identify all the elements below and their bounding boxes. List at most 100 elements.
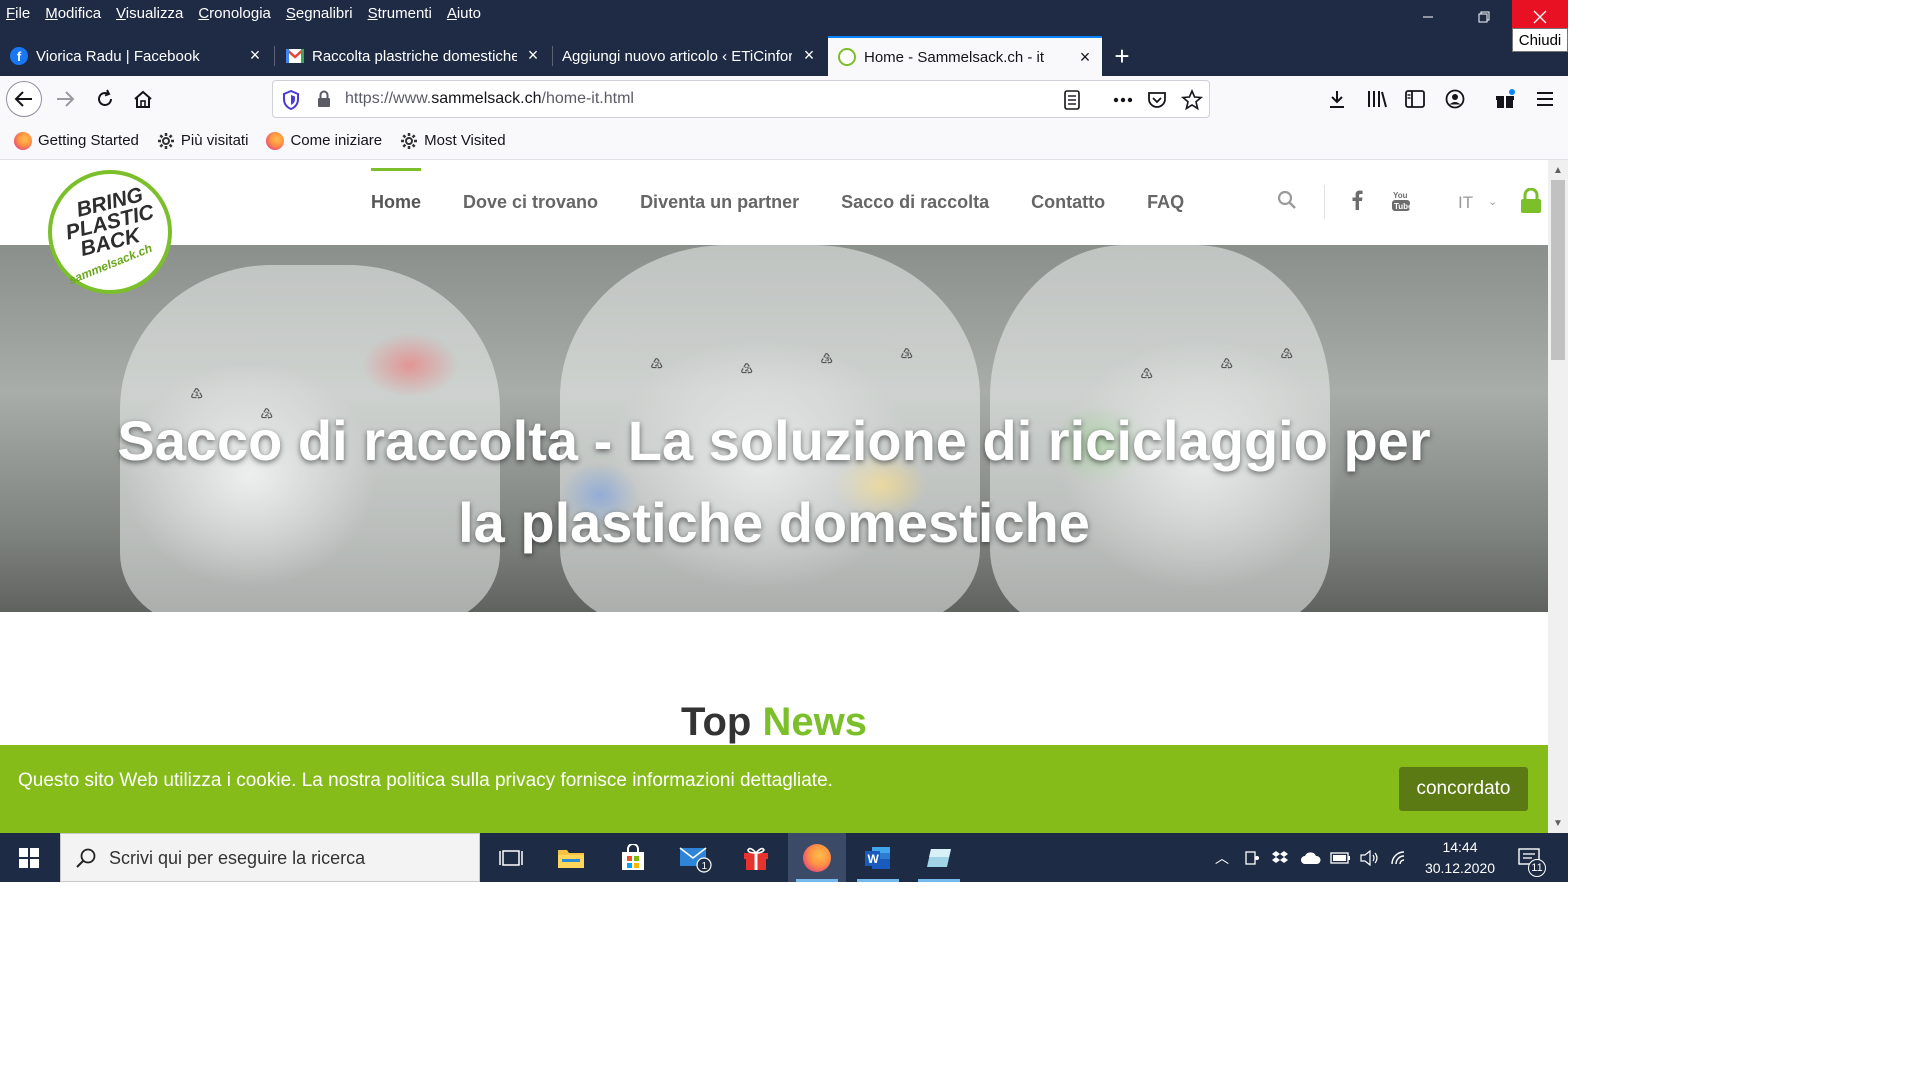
- tab-label: Viorica Radu | Facebook: [36, 47, 200, 65]
- downloads-button[interactable]: [1320, 82, 1354, 116]
- menu-modifica[interactable]: Modifica: [45, 5, 101, 22]
- site-search-button[interactable]: [1277, 190, 1297, 210]
- tab-gmail[interactable]: Raccolta plastriche domestiche ×: [276, 36, 550, 76]
- bookmark-come-iniziare[interactable]: Come iniziare: [266, 131, 382, 150]
- reader-view-icon[interactable]: [1063, 90, 1081, 110]
- url-text[interactable]: https://www.sammelsack.ch/home-it.html: [345, 90, 634, 108]
- gift-icon: [744, 847, 768, 870]
- taskbar-gift-app[interactable]: [727, 833, 785, 882]
- active-app-indicator: [857, 879, 899, 882]
- nav-contatto[interactable]: Contatto: [1031, 192, 1105, 213]
- login-button[interactable]: [1520, 188, 1542, 214]
- scroll-down-arrow-icon[interactable]: ▼: [1548, 813, 1568, 833]
- volume-icon[interactable]: [1358, 833, 1382, 882]
- url-bar[interactable]: https://www.sammelsack.ch/home-it.html: [272, 80, 1210, 118]
- sidebar-button[interactable]: [1398, 82, 1432, 116]
- new-tab-button[interactable]: +: [1108, 36, 1136, 76]
- recycling-symbol-icon: ♵: [820, 351, 834, 368]
- active-app-indicator: [918, 879, 960, 882]
- svg-text:1: 1: [702, 861, 708, 872]
- recycling-symbol-icon: ♴: [1220, 356, 1234, 373]
- battery-icon[interactable]: [1328, 833, 1354, 882]
- nav-home[interactable]: Home: [371, 168, 422, 213]
- bookmark-piu-visitati[interactable]: Più visitati: [157, 132, 248, 150]
- svg-text:W: W: [868, 852, 880, 866]
- scroll-thumb[interactable]: [1551, 180, 1565, 360]
- shield-icon[interactable]: [282, 90, 300, 110]
- task-view-button[interactable]: [482, 833, 540, 882]
- scroll-up-arrow-icon[interactable]: ▲: [1548, 160, 1568, 180]
- firefox-icon: [14, 131, 32, 150]
- lock-icon[interactable]: [316, 90, 332, 108]
- nav-faq[interactable]: FAQ: [1147, 192, 1184, 213]
- taskbar-search-box[interactable]: Scrivi qui per eseguire la ricerca: [60, 833, 480, 882]
- facebook-link[interactable]: [1350, 190, 1364, 210]
- language-selector[interactable]: IT: [1458, 193, 1473, 213]
- restore-button[interactable]: [1456, 0, 1512, 34]
- menu-bar: File Modifica Visualizza Cronologia Segn…: [0, 0, 496, 26]
- firefox-icon: [266, 131, 285, 150]
- tab-facebook[interactable]: f Viorica Radu | Facebook ×: [0, 36, 272, 76]
- arrow-left-icon: [14, 91, 32, 107]
- menu-strumenti[interactable]: Strumenti: [368, 5, 432, 22]
- account-button[interactable]: [1438, 82, 1472, 116]
- cookie-accept-button[interactable]: concordato: [1399, 767, 1528, 811]
- chevron-down-icon[interactable]: ⌄: [1488, 195, 1497, 208]
- tab-close-icon[interactable]: ×: [524, 45, 542, 65]
- library-button[interactable]: [1360, 82, 1394, 116]
- youtube-link[interactable]: You Tube: [1391, 190, 1411, 212]
- folder-icon: [558, 849, 584, 868]
- nav-dove-ci-trovano[interactable]: Dove ci trovano: [463, 192, 598, 213]
- menu-button[interactable]: [1528, 82, 1562, 116]
- tab-close-icon[interactable]: ×: [1076, 47, 1094, 67]
- taskbar-firefox[interactable]: [788, 833, 846, 882]
- back-button[interactable]: [6, 81, 42, 117]
- reload-button[interactable]: [88, 82, 122, 116]
- taskbar-store[interactable]: [604, 833, 662, 882]
- web-page: BRING PLASTIC BACK sammelsack.ch Home Do…: [0, 160, 1548, 833]
- hero-title: Sacco di raccolta - La soluzione di rici…: [0, 400, 1548, 564]
- taskbar-notes-app[interactable]: [910, 833, 968, 882]
- home-button[interactable]: [126, 82, 160, 116]
- mail-icon: 1: [679, 846, 712, 873]
- more-actions-icon[interactable]: [1113, 97, 1133, 103]
- tab-eticinform[interactable]: Aggiungi nuovo articolo ‹ ETiCinform ×: [552, 36, 826, 76]
- star-icon[interactable]: [1181, 89, 1203, 111]
- download-icon: [1330, 91, 1344, 108]
- taskbar-clock[interactable]: 14:44 30.12.2020: [1420, 837, 1500, 879]
- bookmark-getting-started[interactable]: Getting Started: [14, 131, 139, 150]
- recycling-symbol-icon: ♴: [740, 361, 754, 378]
- page-scrollbar[interactable]: ▲ ▼: [1548, 160, 1568, 833]
- site-logo[interactable]: BRING PLASTIC BACK sammelsack.ch: [48, 170, 172, 294]
- taskbar-mail[interactable]: 1: [666, 833, 724, 882]
- top-news-word: Top: [681, 700, 752, 744]
- extensions-button[interactable]: [1488, 82, 1522, 116]
- pocket-icon[interactable]: [1147, 90, 1167, 110]
- menu-segnalibri[interactable]: Segnalibri: [286, 5, 353, 22]
- forward-button[interactable]: [48, 82, 82, 116]
- tray-device-icon[interactable]: [1240, 833, 1264, 882]
- gear-icon: [400, 132, 418, 150]
- menu-aiuto[interactable]: Aiuto: [447, 5, 481, 22]
- clock-date: 30.12.2020: [1424, 860, 1496, 876]
- taskbar-search-placeholder: Scrivi qui per eseguire la ricerca: [109, 848, 366, 868]
- start-button[interactable]: [0, 833, 58, 882]
- minimize-button[interactable]: [1400, 0, 1456, 34]
- bookmark-most-visited[interactable]: Most Visited: [400, 132, 506, 150]
- menu-visualizza[interactable]: Visualizza: [116, 5, 183, 22]
- dropbox-icon[interactable]: [1268, 833, 1292, 882]
- nav-diventa-un-partner[interactable]: Diventa un partner: [640, 192, 799, 213]
- tab-close-icon[interactable]: ×: [246, 45, 264, 65]
- onedrive-icon[interactable]: [1298, 833, 1324, 882]
- tab-close-icon[interactable]: ×: [800, 45, 818, 65]
- show-hidden-icons-button[interactable]: ︿: [1210, 833, 1234, 882]
- taskbar-file-explorer[interactable]: [542, 833, 600, 882]
- taskbar-word[interactable]: W: [849, 833, 907, 882]
- firefox-icon: [803, 843, 831, 872]
- tab-sammelsack[interactable]: Home - Sammelsack.ch - it ×: [828, 36, 1102, 76]
- menu-cronologia[interactable]: Cronologia: [198, 5, 271, 22]
- nav-sacco-di-raccolta[interactable]: Sacco di raccolta: [841, 192, 989, 213]
- wifi-icon[interactable]: [1388, 833, 1412, 882]
- facebook-icon: f: [10, 47, 28, 65]
- menu-file[interactable]: File: [6, 5, 30, 22]
